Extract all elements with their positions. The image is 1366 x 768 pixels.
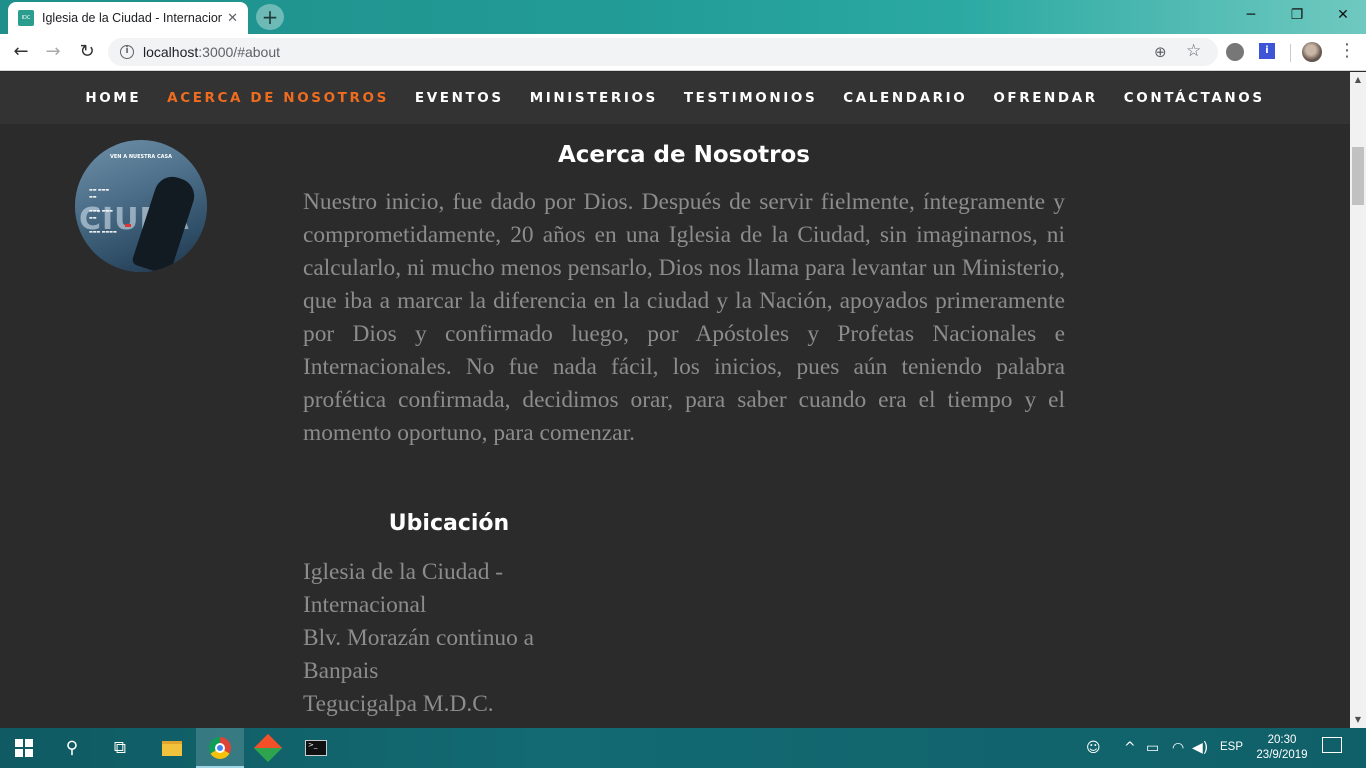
nav-link-ofrendar[interactable]: OFRENDAR (993, 90, 1097, 106)
nav-link-home[interactable]: HOME (85, 90, 141, 106)
browser-tab[interactable]: IDC Iglesia de la Ciudad - Internacional… (8, 2, 248, 34)
browser-toolbar: ← → ↻ i localhost:3000/#about ⊕ ☆ i ⋮ (0, 34, 1366, 71)
about-paragraph: Nuestro inicio, fue dado por Dios. Despu… (303, 189, 1065, 446)
profile-avatar[interactable] (1302, 42, 1322, 62)
clock-date: 23/9/2019 (1256, 749, 1308, 761)
forward-button[interactable]: → (42, 41, 64, 63)
extension-icon[interactable] (1226, 43, 1244, 61)
gitkraken-icon (253, 733, 283, 763)
url-path: :3000/#about (198, 44, 281, 60)
minimize-button[interactable]: ─ (1228, 0, 1274, 30)
battery-icon[interactable]: ▭ (1146, 728, 1159, 768)
address-line: Tegucigalpa M.D.C. (303, 691, 494, 717)
extension-info-icon[interactable]: i (1259, 43, 1275, 59)
address-line: Iglesia de la Ciudad - Internacional (303, 559, 504, 618)
toolbar-divider (1290, 44, 1291, 62)
site-navigation: HOME ACERCA DE NOSOTROS EVENTOS MINISTERIOS… (0, 72, 1350, 124)
wifi-icon[interactable]: ◠ (1172, 728, 1184, 768)
logo-header-text: VEN A NUESTRA CASA (110, 154, 172, 160)
terminal-icon: >_ (305, 740, 327, 756)
chrome-icon (209, 737, 231, 759)
nav-link-contáctanos[interactable]: CONTÁCTANOS (1124, 90, 1265, 106)
search-button[interactable]: ⚲ (48, 728, 96, 768)
tab-title: Iglesia de la Ciudad - Internacional (42, 11, 222, 25)
windows-logo-icon (15, 739, 33, 757)
people-icon[interactable]: ☺ (1086, 728, 1101, 768)
zoom-icon[interactable]: ⊕ (1154, 43, 1167, 61)
site-favicon-icon: IDC (18, 10, 34, 26)
tab-close-icon[interactable]: ✕ (227, 11, 238, 26)
church-logo: VEN A NUESTRA CASA CIUDA ▬▬ ▬▬▬ ▬▬ ▬▬▬ ▬▬▬… (75, 140, 207, 272)
back-button[interactable]: ← (10, 41, 32, 63)
nav-link-ministerios[interactable]: MINISTERIOS (530, 90, 658, 106)
location-address: Iglesia de la Ciudad - Internacional Blv… (303, 556, 595, 721)
nav-link-calendario[interactable]: CALENDARIO (843, 90, 967, 106)
about-title: Acerca de Nosotros (558, 142, 810, 168)
search-icon: ⚲ (65, 738, 79, 758)
maximize-button[interactable]: ❐ (1274, 0, 1320, 30)
address-line: Blv. Morazán continuo a Banpais (303, 625, 535, 684)
browser-menu-icon[interactable]: ⋮ (1338, 40, 1356, 61)
reload-button[interactable]: ↻ (76, 41, 98, 63)
location-title: Ubicación (388, 511, 510, 536)
start-button[interactable] (0, 728, 48, 768)
scroll-up-arrow-icon[interactable]: ▲ (1350, 72, 1366, 88)
nav-link-eventos[interactable]: EVENTOS (415, 90, 504, 106)
scrollbar-thumb[interactable] (1352, 147, 1364, 205)
chrome-taskbar-button[interactable] (196, 728, 244, 768)
url-host: localhost (143, 44, 199, 60)
volume-icon[interactable]: ◀) (1192, 728, 1208, 768)
task-view-button[interactable]: ⧉ (96, 728, 144, 768)
logo-red-mark (125, 224, 131, 227)
input-language-indicator[interactable]: ESP (1220, 741, 1243, 753)
system-clock[interactable]: 20:30 23/9/2019 (1252, 733, 1312, 763)
address-bar[interactable]: i localhost:3000/#about (108, 38, 1218, 66)
new-tab-button[interactable]: + (256, 4, 284, 30)
close-window-button[interactable]: ✕ (1320, 0, 1366, 30)
nav-link-testimonios[interactable]: TESTIMONIOS (684, 90, 817, 106)
gitkraken-taskbar-button[interactable] (244, 728, 292, 768)
action-center-icon[interactable] (1322, 737, 1342, 753)
address-url[interactable]: localhost:3000/#about (143, 44, 280, 60)
page-scrollbar[interactable]: ▲ ▼ (1350, 72, 1366, 728)
bookmark-star-icon[interactable]: ☆ (1186, 41, 1201, 61)
browser-titlebar: IDC Iglesia de la Ciudad - Internacional… (0, 0, 1366, 34)
clock-time: 20:30 (1267, 734, 1297, 746)
logo-small-print: ▬▬ ▬▬▬ ▬▬ ▬▬▬ ▬▬▬ ▬▬ ▬▬▬ ▬▬▬▬ (89, 187, 117, 234)
folder-icon (162, 740, 182, 756)
nav-link-acerca-de-nosotros[interactable]: ACERCA DE NOSOTROS (167, 90, 389, 106)
site-info-icon[interactable]: i (120, 45, 134, 59)
task-view-icon: ⧉ (113, 738, 127, 758)
terminal-taskbar-button[interactable]: >_ (292, 728, 340, 768)
scroll-down-arrow-icon[interactable]: ▼ (1350, 712, 1366, 728)
windows-taskbar: ⚲ ⧉ >_ ☺ ^ ▭ ◠ ◀) ESP 20:30 23/9/2019 (0, 728, 1366, 768)
page-viewport: HOME ACERCA DE NOSOTROS EVENTOS MINISTERIOS… (0, 72, 1350, 728)
show-hidden-icons-chevron-icon[interactable]: ^ (1124, 728, 1136, 768)
file-explorer-button[interactable] (148, 728, 196, 768)
